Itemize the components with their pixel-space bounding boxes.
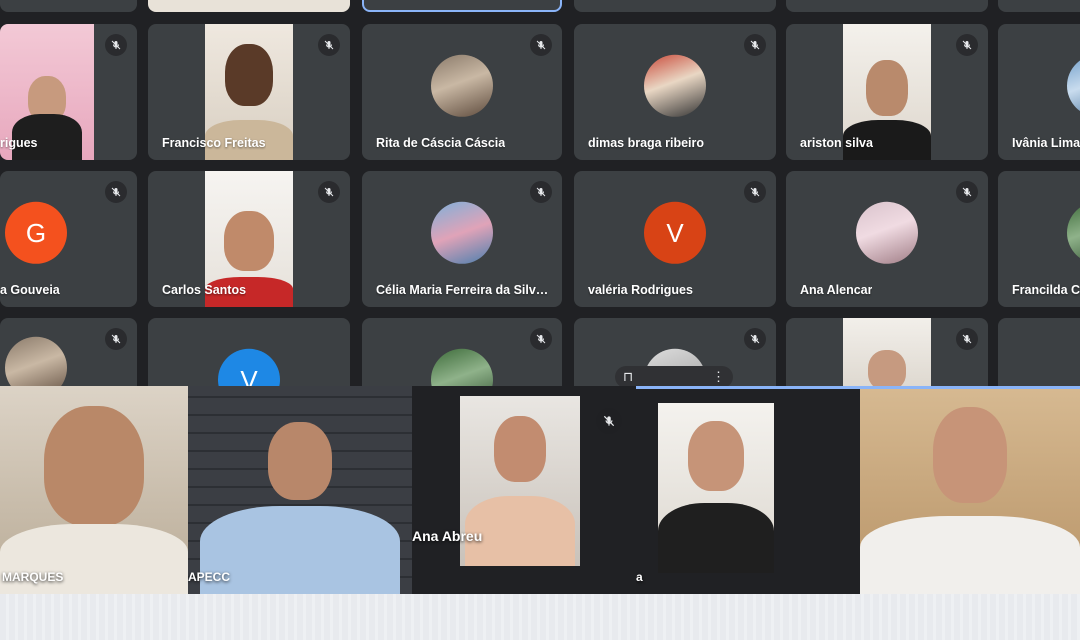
participant-tile[interactable]: Célia Maria Ferreira da Silv… — [362, 171, 562, 307]
participant-tile[interactable]: Rita de Cáscia Cáscia — [362, 24, 562, 160]
grid-tile[interactable] — [148, 0, 350, 12]
mic-muted-icon — [744, 181, 766, 203]
avatar-letter: G — [5, 201, 67, 264]
participant-tile[interactable]: Francilda C — [998, 171, 1080, 307]
mic-muted-icon — [956, 181, 978, 203]
tile-options-pill[interactable]: ⊓ ⋮ — [615, 366, 733, 388]
grid-tile[interactable] — [786, 0, 988, 12]
participant-name: a Gouveia — [0, 283, 60, 297]
mic-muted-icon — [744, 328, 766, 350]
participant-tile[interactable]: Carlos Santos — [148, 171, 350, 307]
participant-name: Francilda C — [1012, 283, 1080, 297]
camera-feed — [658, 403, 774, 573]
mic-muted-icon — [318, 181, 340, 203]
mic-muted-icon — [956, 34, 978, 56]
grid-tile[interactable] — [362, 0, 562, 12]
participant-name: dimas braga ribeiro — [588, 136, 705, 150]
avatar — [1067, 201, 1080, 264]
more-options-icon: ⋮ — [712, 369, 725, 384]
participant-name: ariston silva — [800, 136, 873, 150]
avatar — [644, 54, 706, 117]
featured-strip: MARQUES APECC Ana Abreu a — [0, 386, 1080, 594]
featured-tile[interactable]: MARQUES — [0, 386, 188, 594]
avatar — [856, 201, 918, 264]
participant-tile[interactable]: rigues — [0, 24, 137, 160]
mic-muted-icon — [105, 328, 127, 350]
grid-tile[interactable] — [574, 0, 776, 12]
meeting-stage: rigues Francisco Freitas Rita de Cáscia … — [0, 0, 1080, 640]
mic-muted-icon — [956, 328, 978, 350]
participant-tile[interactable]: G a Gouveia — [0, 171, 137, 307]
mic-muted-icon — [318, 34, 340, 56]
participant-tile[interactable]: dimas braga ribeiro — [574, 24, 776, 160]
participant-name: Rita de Cáscia Cáscia — [376, 136, 506, 150]
participant-tile[interactable]: V valéria Rodrigues — [574, 171, 776, 307]
avatar-letter: V — [644, 201, 706, 264]
mic-muted-icon — [596, 408, 622, 434]
avatar — [1067, 54, 1080, 117]
participant-name: Ivânia Lima — [1012, 136, 1080, 150]
participant-tile[interactable]: Ana Alencar — [786, 171, 988, 307]
participant-name: Francisco Freitas — [162, 136, 266, 150]
participant-tile[interactable]: Ivânia Lima — [998, 24, 1080, 160]
participant-name: rigues — [0, 136, 38, 150]
participant-tile[interactable]: ariston silva — [786, 24, 988, 160]
participant-name: a — [636, 570, 643, 584]
featured-tile[interactable] — [860, 386, 1080, 594]
background-texture — [0, 594, 1080, 640]
participant-name: APECC — [188, 570, 231, 584]
mic-muted-icon — [530, 181, 552, 203]
pin-icon: ⊓ — [623, 369, 634, 384]
featured-tile[interactable]: APECC — [188, 386, 412, 594]
participant-name: valéria Rodrigues — [588, 283, 693, 297]
participant-name: Ana Alencar — [800, 283, 873, 297]
avatar — [431, 201, 493, 264]
mic-muted-icon — [530, 34, 552, 56]
participant-name: Célia Maria Ferreira da Silv… — [376, 283, 549, 297]
mic-muted-icon — [744, 34, 766, 56]
featured-tile[interactable]: a — [636, 386, 860, 594]
mic-muted-icon — [105, 181, 127, 203]
avatar — [431, 54, 493, 117]
participant-name: MARQUES — [2, 570, 64, 584]
featured-tile[interactable]: Ana Abreu — [412, 386, 636, 594]
mic-muted-icon — [105, 34, 127, 56]
participant-name: Carlos Santos — [162, 283, 247, 297]
participant-name: Ana Abreu — [412, 528, 483, 544]
participant-tile[interactable]: Francisco Freitas — [148, 24, 350, 160]
mic-muted-icon — [530, 328, 552, 350]
grid-tile[interactable] — [0, 0, 137, 12]
grid-tile[interactable] — [998, 0, 1080, 12]
